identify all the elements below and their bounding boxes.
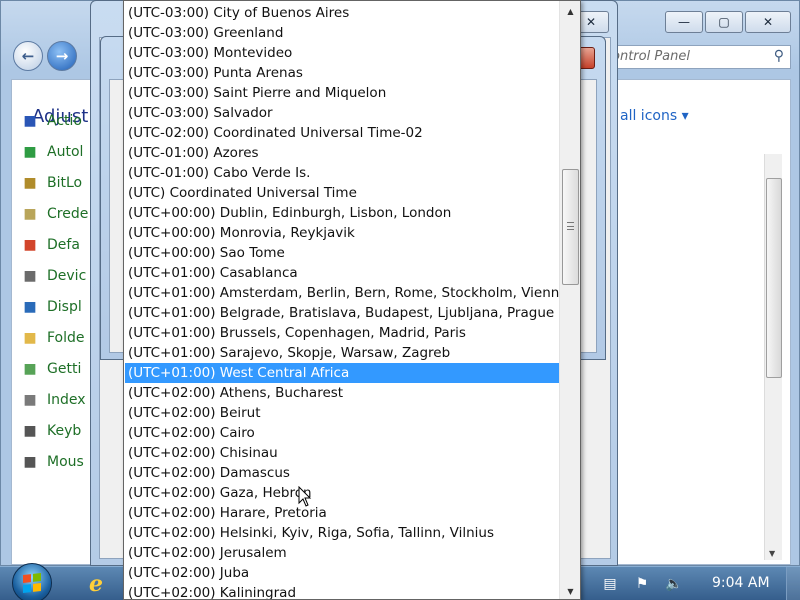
folder-icon: ■ (23, 329, 37, 346)
time-zone-option[interactable]: (UTC) Coordinated Universal Time (125, 183, 559, 203)
control-panel-item[interactable]: ■ Getti (19, 353, 88, 384)
time-zone-option[interactable]: (UTC+02:00) Jerusalem (125, 543, 559, 563)
time-zone-option[interactable]: (UTC+02:00) Athens, Bucharest (125, 383, 559, 403)
dropdown-scrollbar[interactable]: ▲ ▼ (559, 1, 580, 599)
control-panel-item[interactable]: ■ Displ (19, 291, 88, 322)
time-zone-option[interactable]: (UTC+01:00) Amsterdam, Berlin, Bern, Rom… (125, 283, 568, 303)
navigation-buttons: ← → (13, 41, 77, 71)
control-panel-item-label: Devic (47, 267, 87, 284)
control-panel-item-label: Autol (47, 143, 84, 160)
keyboard-icon: ■ (23, 422, 37, 439)
getting-started-icon: ■ (23, 360, 37, 377)
dropdown-scrollbar-thumb[interactable] (562, 169, 579, 285)
indexing-icon: ■ (23, 391, 37, 408)
view-by-label: all icons (620, 108, 678, 124)
time-zone-dropdown-list[interactable]: (UTC-03:00) City of Buenos Aires (UTC-03:… (123, 0, 581, 600)
control-panel-item-label: Index (47, 391, 86, 408)
time-zone-option[interactable]: (UTC+02:00) Gaza, Hebron (125, 483, 559, 503)
content-scrollbar[interactable]: ▼ (764, 154, 782, 560)
start-button[interactable] (12, 563, 52, 600)
chevron-down-icon: ▾ (681, 108, 689, 124)
scroll-down-arrow-icon[interactable]: ▼ (560, 581, 580, 599)
control-panel-item-label: Actio (47, 112, 82, 129)
control-panel-item[interactable]: ■ Devic (19, 260, 88, 291)
time-zone-option[interactable]: (UTC-03:00) Greenland (125, 23, 559, 43)
device-manager-icon: ■ (23, 267, 37, 284)
control-panel-item-label: Displ (47, 298, 82, 315)
time-zone-option[interactable]: (UTC-02:00) Coordinated Universal Time-0… (125, 123, 559, 143)
control-panel-item-label: Defa (47, 236, 80, 253)
control-panel-item-label: BitLo (47, 174, 83, 191)
time-zone-option[interactable]: (UTC-01:00) Cabo Verde Is. (125, 163, 559, 183)
grip-icon (567, 222, 574, 230)
search-icon[interactable]: ⚲ (774, 48, 784, 64)
time-zone-option[interactable]: (UTC-03:00) City of Buenos Aires (125, 3, 559, 23)
system-tray: ▤ ⚑ 🔈 (600, 567, 684, 600)
time-zone-option[interactable]: (UTC+02:00) Kaliningrad (125, 583, 559, 599)
taskbar-clock[interactable]: 9:04 AM (712, 575, 770, 591)
time-zone-option[interactable]: (UTC+00:00) Monrovia, Reykjavik (125, 223, 559, 243)
time-zone-option[interactable]: (UTC+02:00) Beirut (125, 403, 559, 423)
autoplay-icon: ■ (23, 143, 37, 160)
control-panel-item[interactable]: ■ Actio (19, 105, 88, 136)
control-panel-item-label: Mous (47, 453, 84, 470)
time-zone-option[interactable]: (UTC+02:00) Helsinki, Kyiv, Riga, Sofia,… (125, 523, 559, 543)
display-icon: ■ (23, 298, 37, 315)
time-zone-option[interactable]: (UTC+01:00) Belgrade, Bratislava, Budape… (125, 303, 559, 323)
scroll-up-arrow-icon[interactable]: ▲ (560, 1, 580, 21)
time-zone-option[interactable]: (UTC+01:00) Sarajevo, Skopje, Warsaw, Za… (125, 343, 559, 363)
time-zone-option[interactable]: (UTC+01:00) Casablanca (125, 263, 559, 283)
internet-explorer-icon[interactable]: e (82, 571, 110, 597)
mouse-icon: ■ (23, 453, 37, 470)
control-panel-item[interactable]: ■ BitLo (19, 167, 88, 198)
time-zone-option[interactable]: (UTC-03:00) Montevideo (125, 43, 559, 63)
time-zone-option[interactable]: (UTC+01:00) Brussels, Copenhagen, Madrid… (125, 323, 559, 343)
control-panel-item-label: Folde (47, 329, 85, 346)
time-zone-option[interactable]: (UTC-03:00) Saint Pierre and Miquelon (125, 83, 559, 103)
windows-logo-icon (23, 573, 41, 593)
back-arrow-icon[interactable]: ← (13, 41, 43, 71)
window-controls: — ▢ ✕ (665, 11, 791, 33)
show-desktop-button[interactable] (786, 567, 800, 600)
control-panel-item[interactable]: ■ Keyb (19, 415, 88, 446)
scroll-down-arrow-icon[interactable]: ▼ (769, 549, 775, 558)
time-zone-option[interactable]: (UTC+00:00) Dublin, Edinburgh, Lisbon, L… (125, 203, 559, 223)
time-zone-option-selected[interactable]: (UTC+01:00) West Central Africa (125, 363, 559, 383)
maximize-button[interactable]: ▢ (705, 11, 743, 33)
control-panel-item[interactable]: ■ Index (19, 384, 88, 415)
control-panel-item[interactable]: ■ Mous (19, 446, 88, 477)
search-placeholder: ontrol Panel (612, 49, 690, 64)
control-panel-items: ■ Actio ■ Autol ■ BitLo ■ Crede ■ Defa ■ Devic ■ Disp… (19, 105, 88, 477)
network-icon[interactable]: ▤ (600, 574, 620, 594)
close-button[interactable]: ✕ (745, 11, 791, 33)
control-panel-item[interactable]: ■ Autol (19, 136, 88, 167)
minimize-button[interactable]: — (665, 11, 703, 33)
action-center-flag-icon[interactable]: ⚑ (632, 574, 652, 594)
time-zone-option[interactable]: (UTC+00:00) Sao Tome (125, 243, 559, 263)
time-zone-option[interactable]: (UTC-03:00) Salvador (125, 103, 559, 123)
time-zone-option[interactable]: (UTC+02:00) Juba (125, 563, 559, 583)
control-panel-item-label: Keyb (47, 422, 82, 439)
forward-arrow-icon[interactable]: → (47, 41, 77, 71)
control-panel-item-label: Crede (47, 205, 89, 222)
flag-icon: ■ (23, 112, 37, 129)
volume-muted-icon[interactable]: 🔈 (664, 574, 684, 594)
view-by-dropdown[interactable]: all icons ▾ (620, 108, 689, 124)
scrollbar-thumb[interactable] (766, 178, 782, 378)
vault-icon: ■ (23, 205, 37, 222)
control-panel-item[interactable]: ■ Defa (19, 229, 88, 260)
default-programs-icon: ■ (23, 236, 37, 253)
search-input[interactable]: ontrol Panel ⚲ (607, 45, 791, 69)
time-zone-option[interactable]: (UTC+02:00) Cairo (125, 423, 559, 443)
time-zone-option[interactable]: (UTC+02:00) Damascus (125, 463, 559, 483)
time-zone-option[interactable]: (UTC-01:00) Azores (125, 143, 559, 163)
control-panel-item[interactable]: ■ Folde (19, 322, 88, 353)
key-icon: ■ (23, 174, 37, 191)
time-zone-option[interactable]: (UTC-03:00) Punta Arenas (125, 63, 559, 83)
control-panel-item[interactable]: ■ Crede (19, 198, 88, 229)
time-zone-option[interactable]: (UTC+02:00) Chisinau (125, 443, 559, 463)
control-panel-item-label: Getti (47, 360, 82, 377)
time-zone-option[interactable]: (UTC+02:00) Harare, Pretoria (125, 503, 559, 523)
mouse-cursor-icon (298, 486, 312, 507)
